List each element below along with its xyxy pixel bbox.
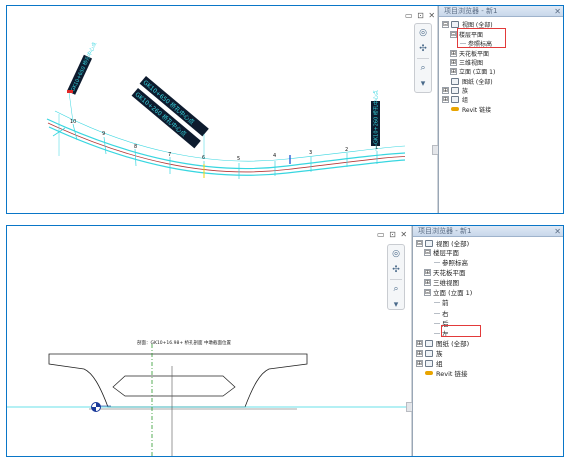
groups-icon (451, 95, 459, 103)
expand-icon[interactable]: ⊞ (450, 58, 457, 66)
expand-icon[interactable]: ⊞ (442, 95, 449, 103)
navigation-bar: ◎ ✣ ⌕ ▾ (387, 244, 405, 310)
steering-wheel-icon[interactable]: ◎ (389, 247, 403, 261)
window-controls[interactable]: ▭ ⊡ ✕ (377, 230, 408, 239)
collapse-icon[interactable]: ⊟ (424, 288, 431, 296)
station-label: 5 (237, 156, 240, 162)
station-label: 9 (102, 131, 105, 137)
alignment-offset-edge (54, 110, 406, 162)
project-browser-titlebar: 项目浏览器 - 新1 ✕ (413, 226, 563, 237)
station-label: 2 (345, 147, 348, 153)
selection-highlight (457, 28, 506, 48)
families-icon (451, 86, 459, 94)
revit-link-icon (451, 107, 459, 111)
alignment-outer-edge (46, 118, 406, 170)
tree-item-label: Revit 链接 (436, 370, 468, 378)
station-label: 10 (70, 119, 76, 125)
zoom-icon[interactable]: ⌕ (389, 282, 403, 296)
station-label: 7 (168, 152, 171, 158)
plan-view-canvas[interactable]: 10 9 8 7 6 5 4 3 2 1 GK10+650 桥孔中心点 GK10… (7, 6, 427, 213)
pan-icon[interactable]: ✣ (389, 263, 403, 277)
tree-item-sheets[interactable]: ⊞ 图纸 (全部) (416, 338, 469, 348)
drawing-title: 剖面：GK10+16.98+ 桥孔剖面 中墩截面位置 (137, 339, 231, 346)
svg-text:GK10+650 桥孔中心点: GK10+650 桥孔中心点 (69, 41, 98, 93)
families-icon (425, 349, 433, 357)
tree-item-label: 前 (442, 299, 449, 307)
revit-link-icon (425, 371, 433, 375)
tree-item-label: 族 (436, 350, 443, 358)
tree-item-families[interactable]: ⊞ 族 (416, 348, 443, 358)
tree-item-label: 楼层平面 (433, 249, 459, 257)
window-controls[interactable]: ▭ ⊡ ✕ (405, 11, 436, 20)
project-browser-titlebar: 项目浏览器 - 新1 ✕ (439, 6, 563, 17)
tree-item-label: 组 (462, 96, 469, 104)
tree-item-groups[interactable]: ⊞ 组 (416, 358, 443, 368)
collapse-icon[interactable]: ⊟ (424, 248, 431, 256)
station-label: 3 (309, 150, 312, 156)
tree-item-label: 天花板平面 (433, 269, 466, 277)
chevron-down-icon[interactable]: ▾ (416, 77, 430, 91)
expand-icon[interactable]: ⊞ (416, 349, 423, 357)
close-icon[interactable]: ✕ (554, 226, 561, 237)
tree-item-label: Revit 链接 (462, 106, 492, 114)
box-girder-outline (48, 353, 308, 408)
tree-item-floor-plans[interactable]: ⊟ 楼层平面 (424, 247, 459, 257)
project-browser: 项目浏览器 - 新1 ✕ ⊟ 视图 (全部) ⊟ 楼层平面 参照标高 ⊞ 天花板… (438, 6, 563, 213)
tree-item-elevations[interactable]: ⊞ 立面 (立面 1) (450, 66, 495, 76)
box-girder-void (112, 375, 236, 397)
project-browser: 项目浏览器 - 新1 ✕ ⊟ 视图 (全部) ⊟ 楼层平面 参照标高 ⊞ 天花板… (412, 226, 563, 456)
station-label: 6 (202, 155, 205, 161)
tree-item-revit-links[interactable]: Revit 链接 (451, 104, 491, 114)
station-label: 4 (273, 153, 276, 159)
zoom-icon[interactable]: ⌕ (416, 61, 430, 75)
svg-text:GK10+260 桥孔中心点: GK10+260 桥孔中心点 (373, 90, 380, 144)
expand-icon[interactable]: ⊞ (424, 278, 431, 286)
close-icon[interactable]: ✕ (554, 6, 561, 17)
groups-icon (425, 359, 433, 367)
collapse-icon[interactable]: ⊟ (416, 239, 423, 247)
tree-item-elevation-right[interactable]: 右 (434, 308, 449, 318)
expand-icon[interactable]: ⊞ (416, 339, 423, 347)
navigation-bar: ◎ ✣ ⌕ ▾ (414, 23, 432, 93)
sheets-icon (451, 77, 459, 85)
tree-item-reference-level[interactable]: 参照标高 (434, 257, 468, 267)
tree-item-label: 立面 (立面 1) (459, 68, 496, 76)
station-label: 8 (134, 144, 137, 150)
expand-icon[interactable]: ⊞ (442, 86, 449, 94)
collapse-icon[interactable]: ⊟ (442, 20, 449, 28)
tree-item-elevations[interactable]: ⊟ 立面 (立面 1) (424, 287, 472, 297)
tree-item-ceiling-plans[interactable]: ⊞ 天花板平面 (424, 267, 466, 277)
project-browser-title: 项目浏览器 - 新1 (418, 227, 472, 235)
expand-icon[interactable]: ⊞ (450, 67, 457, 75)
top-revit-window: 10 9 8 7 6 5 4 3 2 1 GK10+650 桥孔中心点 GK10… (6, 5, 564, 214)
tree-item-elevation-front[interactable]: 前 (434, 297, 449, 307)
tree-item-label: 右 (442, 310, 449, 318)
steering-wheel-icon[interactable]: ◎ (416, 26, 430, 40)
tree-item-3d-views[interactable]: ⊞ 三维视图 (424, 277, 459, 287)
bottom-revit-window: 剖面：GK10+16.98+ 桥孔剖面 中墩截面位置 ▭ ⊡ ✕ ◎ ✣ ⌕ ▾ (6, 225, 564, 457)
expand-icon[interactable]: ⊞ (450, 49, 457, 57)
elevation-view-canvas[interactable]: 剖面：GK10+16.98+ 桥孔剖面 中墩截面位置 (7, 226, 407, 456)
tree-item-label: 组 (436, 360, 443, 368)
tree-item-label: 图纸 (全部) (436, 340, 470, 348)
tree-item-label: 三维视图 (433, 279, 459, 287)
sheets-icon (425, 339, 433, 347)
pan-icon[interactable]: ✣ (416, 42, 430, 56)
collapse-icon[interactable]: ⊟ (450, 30, 457, 38)
project-browser-title: 项目浏览器 - 新1 (444, 7, 498, 15)
expand-icon[interactable]: ⊞ (424, 268, 431, 276)
views-icon (451, 20, 459, 28)
selection-highlight (441, 325, 481, 337)
tree-item-revit-links[interactable]: Revit 链接 (425, 368, 468, 378)
station-tag-right: GK10+260 桥孔中心点 (371, 90, 380, 146)
tree-item-groups[interactable]: ⊞ 组 (442, 94, 468, 104)
tree-item-label: 参照标高 (442, 259, 468, 267)
station-tag-left: GK10+650 桥孔中心点 (67, 41, 98, 95)
views-icon (425, 239, 433, 247)
tree-item-label: 立面 (立面 1) (433, 289, 473, 297)
chevron-down-icon[interactable]: ▾ (389, 298, 403, 312)
expand-icon[interactable]: ⊞ (416, 359, 423, 367)
